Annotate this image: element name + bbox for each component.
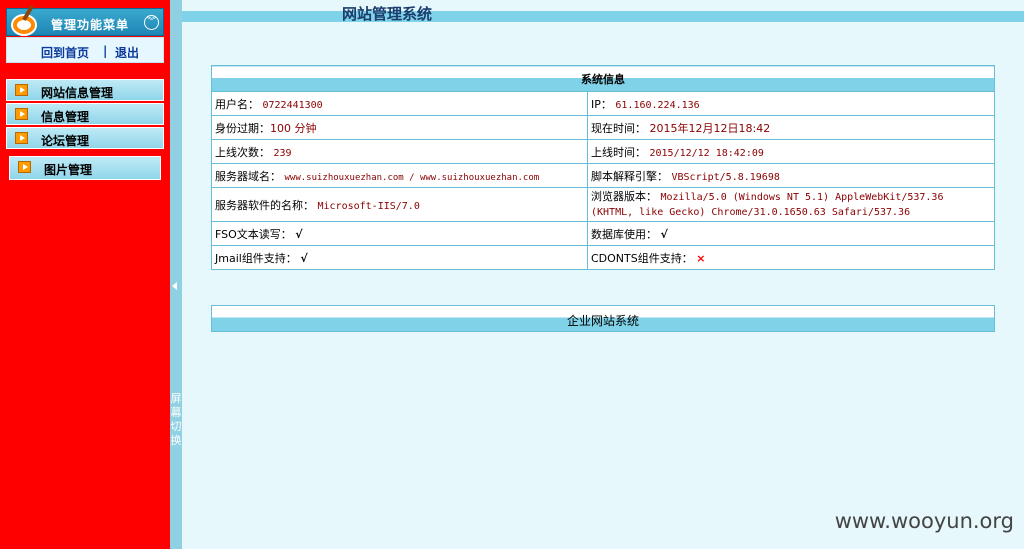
table-row: 上线次数： 239 上线时间： 2015/12/12 18:42:09 (211, 139, 995, 164)
info-cell: 上线次数： 239 (211, 139, 588, 164)
sidebar-item-label: 论坛管理 (41, 134, 90, 148)
arrow-right-icon (15, 132, 28, 144)
info-cell: 服务器软件的名称： Microsoft-IIS/7.0 (211, 187, 588, 222)
info-label: FSO文本读写： (215, 227, 292, 241)
watermark: www.wooyun.org (834, 509, 1014, 533)
info-cell: CDONTS组件支持： × (587, 245, 995, 270)
info-cell: Jmail组件支持： √ (211, 245, 588, 270)
table-row: FSO文本读写： √ 数据库使用： √ (211, 221, 995, 246)
info-value: 100 分钟 (270, 121, 317, 135)
cross-icon: × (696, 251, 706, 265)
main-content: 网站管理系统 系统信息 用户名： 0722441300 IP： 61.160.2… (182, 0, 1024, 549)
top-bar: 网站管理系统 (182, 0, 1024, 23)
home-link[interactable]: 回到首页 (41, 44, 89, 61)
info-label: Jmail组件支持： (215, 251, 297, 265)
info-label: 浏览器版本： (591, 189, 657, 203)
top-bar-stripe (182, 11, 1024, 22)
info-cell: 上线时间： 2015/12/12 18:42:09 (587, 139, 995, 164)
menu-links: 回到首页 | 退出 (6, 37, 164, 63)
sidebar-item-info[interactable]: 信息管理 (6, 103, 164, 125)
info-label: 脚本解释引擎： (591, 169, 668, 183)
info-value: 61.160.224.136 (615, 99, 700, 111)
footer-text: 企业网站系统 (566, 314, 639, 328)
table-row: 服务器软件的名称： Microsoft-IIS/7.0 浏览器版本： Mozil… (211, 187, 995, 222)
arrow-right-icon (15, 84, 28, 96)
sidebar-item-forum[interactable]: 论坛管理 (6, 127, 164, 149)
info-cell: 浏览器版本： Mozilla/5.0 (Windows NT 5.1) Appl… (587, 187, 995, 222)
sidebar-item-label: 图片管理 (44, 163, 93, 177)
table-row: 服务器域名： www.suizhouxuezhan.com / www.suiz… (211, 163, 995, 188)
screen-toggle-label[interactable]: 屏幕切换 (170, 392, 182, 448)
table-row: 身份过期：100 分钟 现在时间： 2015年12月12日18:42 (211, 115, 995, 140)
check-icon: √ (295, 227, 303, 241)
info-label: IP： (591, 97, 612, 111)
check-icon: √ (300, 251, 308, 265)
info-cell: 服务器域名： www.suizhouxuezhan.com / www.suiz… (211, 163, 588, 188)
system-info-heading: 系统信息 (211, 65, 995, 92)
info-cell: FSO文本读写： √ (211, 221, 588, 246)
info-label: 服务器域名： (215, 169, 281, 183)
footer-box: 企业网站系统 (211, 305, 995, 332)
screen-toggle-bar[interactable]: 屏幕切换 (170, 0, 182, 549)
info-cell: 身份过期：100 分钟 (211, 115, 588, 140)
system-info-table: 系统信息 用户名： 0722441300 IP： 61.160.224.136 … (211, 65, 995, 270)
info-cell: 数据库使用： √ (587, 221, 995, 246)
info-label: 用户名： (215, 97, 259, 111)
table-row: 用户名： 0722441300 IP： 61.160.224.136 (211, 91, 995, 116)
sidebar-item-images[interactable]: 图片管理 (9, 156, 161, 180)
info-label: 上线次数： (215, 145, 270, 159)
info-value: Microsoft-IIS/7.0 (317, 200, 420, 212)
arrow-left-icon[interactable] (172, 282, 177, 290)
menu-title: 管理功能菜单 (51, 18, 130, 32)
info-value: www.suizhouxuezhan.com / www.suizhouxuez… (284, 172, 540, 183)
info-label: CDONTS组件支持： (591, 251, 693, 265)
info-cell: 现在时间： 2015年12月12日18:42 (587, 115, 995, 140)
info-value: 2015/12/12 18:42:09 (649, 147, 764, 159)
sidebar-item-site-info[interactable]: 网站信息管理 (6, 79, 164, 101)
menu-logo-icon (11, 5, 37, 36)
page-title: 网站管理系统 (342, 5, 433, 23)
info-label: 现在时间： (591, 121, 646, 135)
menu-header: 管理功能菜单 ︾ (6, 5, 164, 36)
sidebar-item-label: 网站信息管理 (41, 86, 114, 100)
sidebar: 管理功能菜单 ︾ 回到首页 | 退出 网站信息管理 信息管理 论坛管理 图片管理 (0, 0, 170, 549)
info-label: 身份过期： (215, 121, 270, 135)
double-chevron-down-icon[interactable]: ︾ (144, 15, 159, 30)
link-separator: | (103, 44, 108, 58)
info-label: 服务器软件的名称： (215, 198, 314, 212)
info-label: 上线时间： (591, 145, 646, 159)
arrow-right-icon (15, 108, 28, 120)
info-value: 239 (273, 147, 292, 159)
sidebar-item-label: 信息管理 (41, 110, 90, 124)
arrow-right-icon (18, 161, 31, 173)
info-value: 2015年12月12日18:42 (649, 121, 771, 135)
info-value: 0722441300 (262, 99, 323, 111)
info-cell: 用户名： 0722441300 (211, 91, 588, 116)
info-cell: 脚本解释引擎： VBScript/5.8.19698 (587, 163, 995, 188)
logout-link[interactable]: 退出 (115, 44, 139, 61)
table-row: Jmail组件支持： √ CDONTS组件支持： × (211, 245, 995, 270)
info-value: VBScript/5.8.19698 (671, 171, 780, 183)
info-cell: IP： 61.160.224.136 (587, 91, 995, 116)
check-icon: √ (660, 227, 668, 241)
info-label: 数据库使用： (591, 227, 657, 241)
